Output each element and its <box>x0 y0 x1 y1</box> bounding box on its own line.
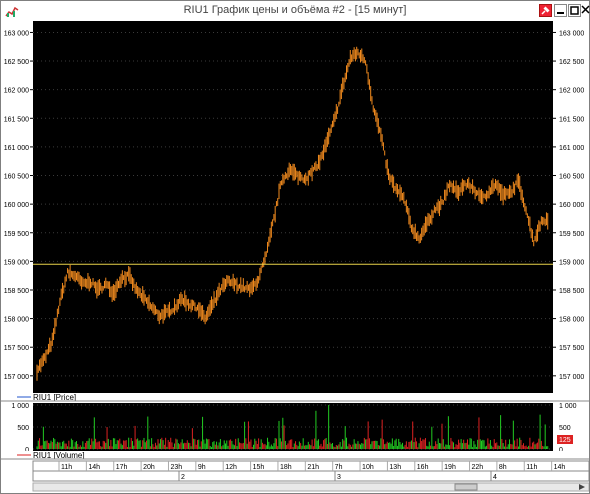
day-label: 2 <box>181 474 185 481</box>
time-label: 10h <box>362 464 374 471</box>
time-label: 22h <box>472 464 484 471</box>
chart-window: RIU1 График цены и объёма #2 - [15 минут… <box>0 0 590 494</box>
last-volume-value: 125 <box>559 437 571 444</box>
time-label: 8h <box>499 464 507 471</box>
price-axis-left: 163 000 162 500 162 000 161 500 161 000 160 5… <box>4 30 33 381</box>
price-plot-background[interactable] <box>33 21 553 393</box>
time-label: 21h <box>307 464 319 471</box>
price-tick-label-right: 162 000 <box>559 88 584 95</box>
pin-button[interactable] <box>539 4 552 17</box>
time-label: 11h <box>61 464 72 471</box>
close-button[interactable] <box>581 4 590 17</box>
volume-tick-label-left: 500 <box>17 425 29 432</box>
time-label: 11h <box>526 464 537 471</box>
time-label: 15h <box>253 464 265 471</box>
title-bar[interactable]: RIU1 График цены и объёма #2 - [15 минут… <box>1 1 590 21</box>
volume-tick-label-right: 500 <box>559 425 571 432</box>
time-label: 12h <box>225 464 237 471</box>
minimize-button[interactable] <box>554 4 567 17</box>
price-tick-label-right: 163 000 <box>559 30 584 37</box>
time-label: 14h <box>88 464 100 471</box>
day-label: 3 <box>337 474 341 481</box>
price-tick-label-right: 159 500 <box>559 231 584 238</box>
volume-axis-right: 1 0005000 <box>559 403 577 454</box>
volume-tick-label-right: 1 000 <box>559 403 577 410</box>
minimize-icon <box>557 12 564 14</box>
time-label: 17h <box>116 464 128 471</box>
time-label: 13h <box>389 464 401 471</box>
price-tick-label-left: 159 500 <box>4 231 29 238</box>
price-axis-right: 163 000 162 500 162 000 161 500 161 000 160 5… <box>553 30 584 381</box>
price-tick-label-right: 160 500 <box>559 174 584 181</box>
price-tick-label-left: 157 500 <box>4 345 29 352</box>
chart-area[interactable]: 163 000 162 500 162 000 161 500 161 000 160 5… <box>1 21 589 493</box>
time-label: 14h <box>554 464 566 471</box>
time-label: 20h <box>143 464 155 471</box>
price-tick-label-left: 162 000 <box>4 88 29 95</box>
price-tick-label-right: 161 500 <box>559 116 584 123</box>
price-tick-label-right: 157 000 <box>559 374 584 381</box>
price-tick-label-right: 160 000 <box>559 202 584 209</box>
price-tick-label-left: 159 000 <box>4 259 29 266</box>
price-tick-label-right: 158 000 <box>559 317 584 324</box>
close-icon <box>581 5 590 14</box>
volume-axis-left: 1 0005000 <box>11 403 29 454</box>
price-tick-label-left: 158 500 <box>4 288 29 295</box>
pin-icon <box>541 6 550 15</box>
time-label: 19h <box>444 464 456 471</box>
price-tick-label-left: 163 000 <box>4 30 29 37</box>
price-tick-label-left: 161 500 <box>4 116 29 123</box>
time-label: 16h <box>417 464 429 471</box>
day-label: 4 <box>493 474 497 481</box>
time-label: 18h <box>280 464 292 471</box>
price-tick-label-left: 162 500 <box>4 59 29 66</box>
volume-tick-label-left: 1 000 <box>11 403 29 410</box>
price-tick-label-right: 158 500 <box>559 288 584 295</box>
price-tick-label-right: 162 500 <box>559 59 584 66</box>
maximize-button[interactable] <box>568 4 581 17</box>
maximize-icon <box>570 6 579 15</box>
price-tick-label-right: 157 500 <box>559 345 584 352</box>
price-tick-label-left: 161 000 <box>4 145 29 152</box>
price-tick-label-right: 161 000 <box>559 145 584 152</box>
price-tick-label-left: 158 000 <box>4 317 29 324</box>
time-label: 7h <box>335 464 343 471</box>
horizontal-scrollbar[interactable] <box>32 482 589 492</box>
price-tick-label-left: 160 000 <box>4 202 29 209</box>
price-tick-label-right: 159 000 <box>559 259 584 266</box>
price-tick-label-left: 160 500 <box>4 174 29 181</box>
time-axis: 11h 14h 17h 20h 23h 9h 12h 15h 18h 21h 7h 10h 13h 16h… <box>32 460 589 482</box>
time-label: 23h <box>170 464 182 471</box>
time-label: 9h <box>198 464 206 471</box>
price-tick-label-left: 157 000 <box>4 374 29 381</box>
window-title: RIU1 График цены и объёма #2 - [15 минут… <box>183 4 407 16</box>
scrollbar-thumb[interactable] <box>454 483 478 491</box>
